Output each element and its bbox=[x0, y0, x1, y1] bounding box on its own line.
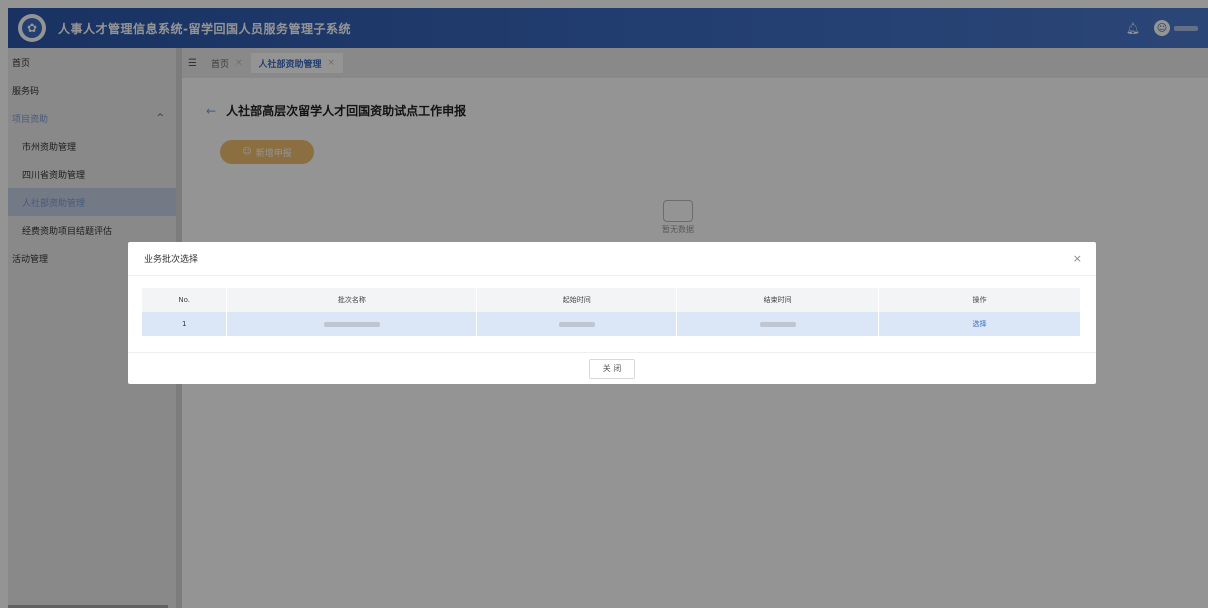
cell-no: 1 bbox=[142, 312, 228, 336]
cell-batch-name-redacted bbox=[226, 312, 478, 336]
close-button[interactable]: 关 闭 bbox=[589, 358, 635, 379]
column-header-batch-name: 批次名称 bbox=[226, 288, 478, 312]
column-header-action: 操作 bbox=[878, 288, 1081, 312]
cell-start-time-redacted bbox=[476, 312, 678, 336]
column-header-no: No. bbox=[142, 288, 228, 312]
close-icon[interactable]: × bbox=[1073, 252, 1082, 265]
dialog-footer: 关 闭 bbox=[128, 352, 1096, 384]
select-link[interactable]: 选择 bbox=[973, 320, 987, 328]
table-header-row: No. 批次名称 起始时间 结束时间 操作 bbox=[142, 288, 1081, 312]
column-header-end-time: 结束时间 bbox=[676, 288, 880, 312]
batch-table: No. 批次名称 起始时间 结束时间 操作 1 选择 bbox=[142, 288, 1081, 336]
batch-select-dialog: 业务批次选择 × No. 批次名称 起始时间 结束时间 操作 1 选择 关 闭 bbox=[128, 242, 1096, 384]
dialog-body: No. 批次名称 起始时间 结束时间 操作 1 选择 bbox=[128, 276, 1096, 336]
table-row[interactable]: 1 选择 bbox=[142, 312, 1081, 336]
column-header-start-time: 起始时间 bbox=[476, 288, 678, 312]
dialog-title: 业务批次选择 bbox=[144, 255, 199, 265]
cell-end-time-redacted bbox=[676, 312, 880, 336]
dialog-header: 业务批次选择 × bbox=[128, 242, 1096, 276]
cell-action: 选择 bbox=[878, 312, 1081, 336]
